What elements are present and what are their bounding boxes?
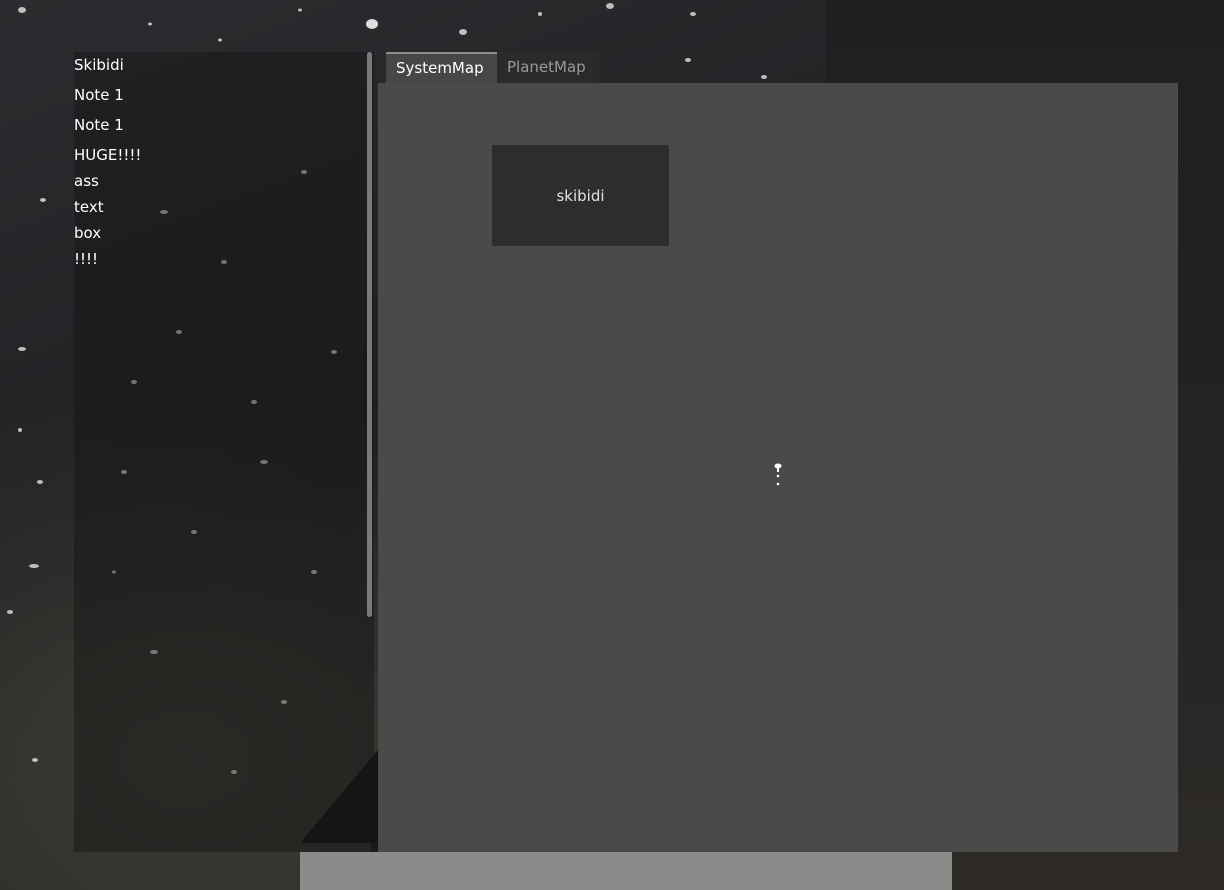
system-map-canvas[interactable]: skibidi [378,83,1178,852]
map-node-label: skibidi [556,186,605,205]
note-line: Note 1 [74,116,124,134]
note-line: Skibidi [74,56,124,74]
note-line: box [74,224,102,242]
note-line: text [74,198,104,216]
tab-systemmap[interactable]: SystemMap [386,52,497,83]
map-node[interactable]: skibidi [492,145,669,246]
notes-scrollbar[interactable] [366,52,374,617]
note-line: Note 1 [74,86,124,104]
bottom-bar [300,852,952,890]
drag-cursor-icon [774,463,782,486]
tab-planetmap[interactable]: PlanetMap [497,52,599,83]
resize-corner-icon[interactable] [300,750,378,843]
note-line: HUGE!!!! [74,146,142,164]
notes-panel[interactable]: Skibidi Note 1 Note 1 HUGE!!!! ass text … [74,52,374,852]
notes-panel-starfield [112,170,337,774]
note-line: ass [74,172,99,190]
notes-scroll-thumb[interactable] [367,52,372,617]
panel-edge-divider [371,843,378,852]
note-line: !!!! [74,250,99,268]
